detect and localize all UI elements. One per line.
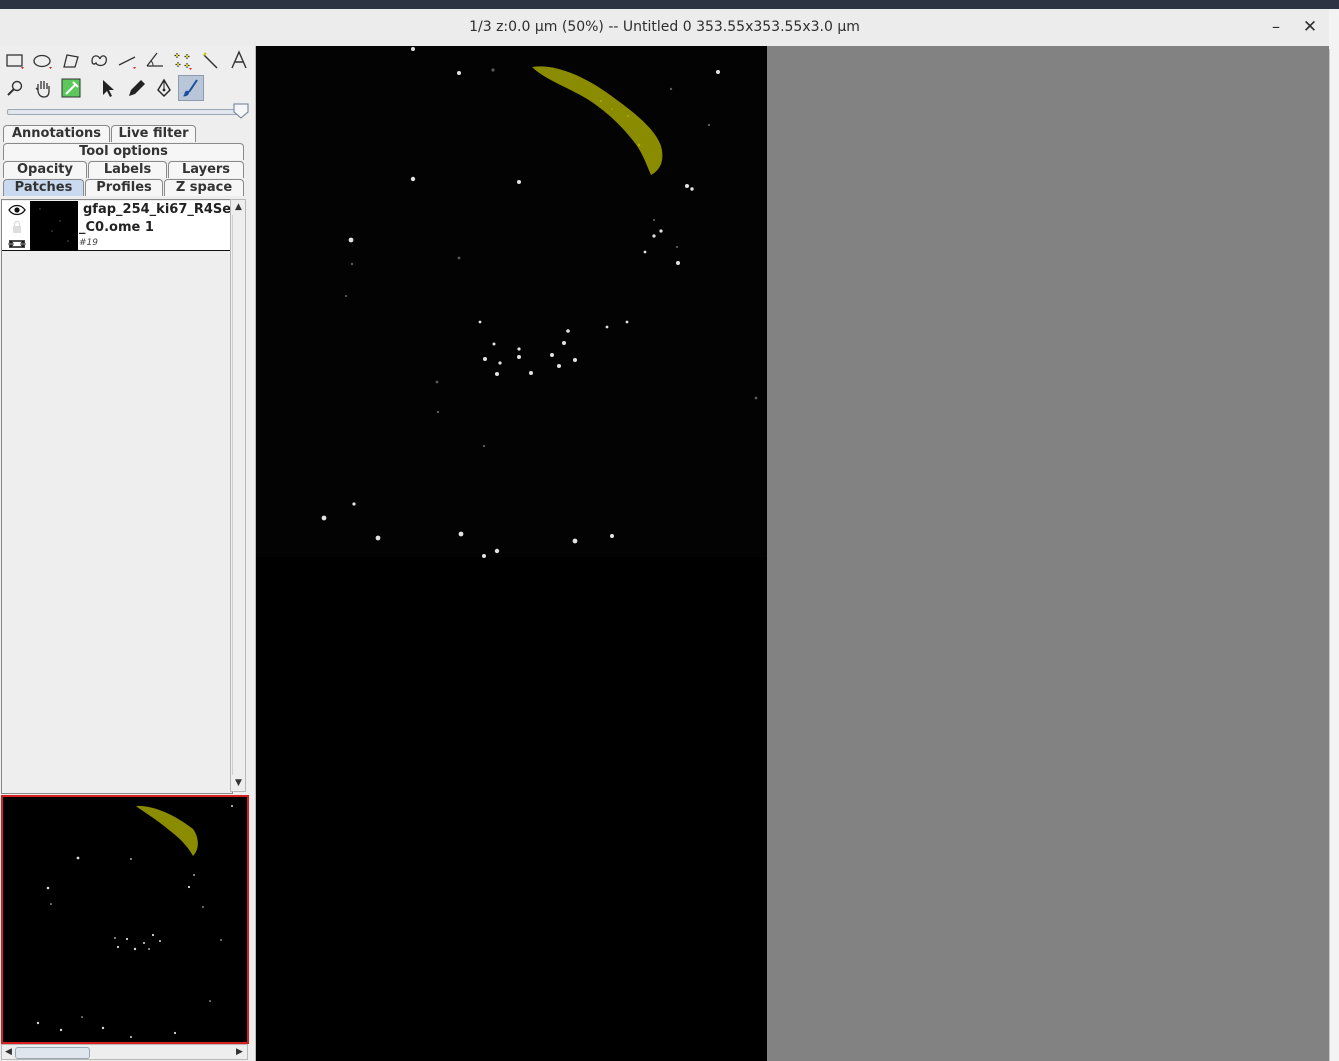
left-panel: Annotations Live filter Tool options Opa… — [0, 46, 255, 1061]
brush-size-slider-track[interactable] — [7, 109, 245, 115]
tab-tool-options[interactable]: Tool options — [3, 143, 244, 160]
scroll-down-icon[interactable]: ▼ — [233, 777, 244, 789]
patches-list[interactable] — [1, 199, 233, 794]
tab-labels[interactable]: Labels — [88, 161, 167, 178]
tab-annotations[interactable]: Annotations — [3, 125, 110, 142]
tab-live-filter[interactable]: Live filter — [111, 125, 196, 142]
window-titlebar[interactable]: 1/3 z:0.0 µm (50%) -- Untitled 0 353.55x… — [0, 9, 1329, 47]
text-tool-icon[interactable] — [226, 47, 252, 73]
patch-id: #19 — [79, 238, 98, 248]
list-item[interactable]: gfap_254_ki67_R4Sep _C0.ome 1 #19 — [2, 201, 240, 251]
eye-icon[interactable] — [7, 202, 27, 216]
wand-tool-icon[interactable] — [198, 47, 224, 73]
lock-icon[interactable] — [7, 219, 27, 233]
oval-tool-icon[interactable] — [30, 47, 56, 73]
horizontal-scroll-thumb[interactable] — [15, 1047, 90, 1059]
brush-tool-icon[interactable] — [178, 75, 204, 101]
horizontal-scrollbar[interactable]: ◀ ▶ — [1, 1044, 248, 1060]
polygon-tool-icon[interactable] — [58, 47, 84, 73]
tab-z-space[interactable]: Z space — [164, 179, 244, 196]
line-tool-icon[interactable] — [114, 47, 140, 73]
tab-opacity[interactable]: Opacity — [3, 161, 87, 178]
window-right-edge — [1329, 9, 1339, 1061]
tab-patches[interactable]: Patches — [3, 179, 84, 196]
patch-name-continued: _C0.ome 1 — [79, 220, 154, 235]
rectangle-tool-icon[interactable] — [2, 47, 28, 73]
window-title: 1/3 z:0.0 µm (50%) -- Untitled 0 353.55x… — [469, 19, 860, 35]
patch-thumbnail — [30, 201, 78, 251]
pen-tool-icon[interactable] — [151, 75, 177, 101]
tab-profiles[interactable]: Profiles — [85, 179, 163, 196]
hand-tool-icon[interactable] — [30, 75, 56, 101]
patch-name: gfap_254_ki67_R4Sep — [83, 202, 241, 217]
color-picker-tool-icon[interactable] — [58, 75, 84, 101]
brush-size-slider-thumb[interactable] — [233, 103, 249, 119]
pencil-tool-icon[interactable] — [123, 75, 149, 101]
desktop-top-bar — [0, 0, 1339, 9]
angle-tool-icon[interactable] — [142, 47, 168, 73]
image-canvas[interactable] — [256, 46, 767, 1061]
scroll-up-icon[interactable]: ▲ — [233, 201, 244, 213]
scrollbar-track — [232, 215, 245, 775]
list-scrollbar[interactable]: ▲ ▼ — [230, 199, 246, 792]
navigator-minimap[interactable] — [1, 795, 249, 1044]
multipoint-tool-icon[interactable] — [170, 47, 196, 73]
canvas-background — [767, 46, 1329, 1061]
select-arrow-tool-icon[interactable] — [95, 75, 121, 101]
minimize-button[interactable]: – — [1266, 17, 1286, 37]
scroll-left-icon[interactable]: ◀ — [3, 1046, 14, 1058]
scroll-right-icon[interactable]: ▶ — [234, 1046, 245, 1058]
close-button[interactable]: ✕ — [1300, 17, 1320, 37]
link-icon[interactable] — [7, 236, 27, 250]
freehand-tool-icon[interactable] — [86, 47, 112, 73]
magnifier-tool-icon[interactable] — [2, 75, 28, 101]
tab-layers[interactable]: Layers — [168, 161, 244, 178]
